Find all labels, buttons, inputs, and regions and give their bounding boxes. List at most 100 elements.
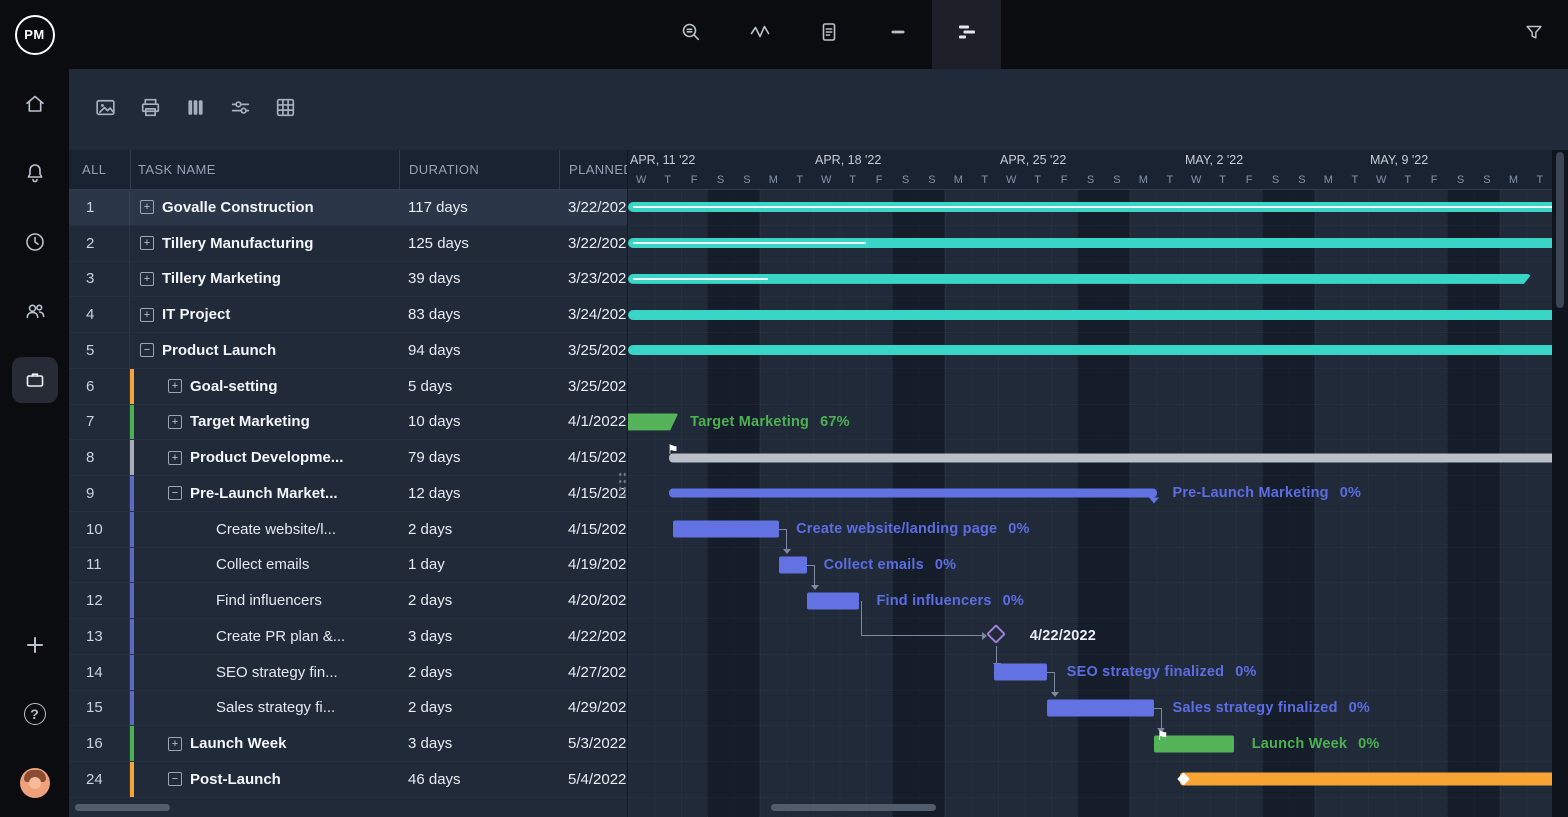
sidebar-item-time[interactable]: [0, 207, 69, 276]
timeline-day: M: [1130, 170, 1156, 190]
tab-baseline[interactable]: [863, 0, 932, 69]
task-duration: 3 days: [399, 619, 559, 654]
task-row[interactable]: 15Sales strategy fi...2 days4/29/2022: [69, 691, 627, 727]
all-filter-dropdown[interactable]: ALL: [69, 150, 130, 189]
gantt-bar[interactable]: [628, 345, 1552, 355]
table-hscrollbar-thumb[interactable]: [75, 804, 170, 811]
gantt-toolbar: [69, 69, 1568, 150]
task-row[interactable]: 7+Target Marketing10 days4/1/2022: [69, 405, 627, 441]
expand-toggle[interactable]: +: [140, 308, 154, 322]
tab-zoom-to-task[interactable]: [656, 0, 725, 69]
gantt-hscrollbar-thumb[interactable]: [771, 804, 936, 811]
expand-toggle[interactable]: +: [140, 272, 154, 286]
task-duration: 1 day: [399, 548, 559, 583]
task-duration: 2 days: [399, 583, 559, 618]
filter-button[interactable]: [1523, 21, 1545, 48]
expand-toggle[interactable]: +: [168, 737, 182, 751]
task-row[interactable]: 9−Pre-Launch Market...12 days4/15/2022: [69, 476, 627, 512]
gantt-bar[interactable]: [1180, 773, 1552, 786]
pane-resize-handle[interactable]: [618, 471, 627, 499]
sidebar-item-help[interactable]: ?: [0, 679, 69, 748]
expand-toggle[interactable]: +: [140, 236, 154, 250]
vertical-scrollbar-thumb[interactable]: [1556, 152, 1564, 308]
sidebar-item-projects[interactable]: [0, 345, 69, 414]
sidebar-item-add[interactable]: [0, 610, 69, 679]
task-row[interactable]: 4+IT Project83 days3/24/2022: [69, 297, 627, 333]
task-row[interactable]: 13Create PR plan &...3 days4/22/2022: [69, 619, 627, 655]
task-duration: 5 days: [399, 369, 559, 404]
gantt-milestone[interactable]: [986, 624, 1006, 644]
sidebar-item-team[interactable]: [0, 276, 69, 345]
task-planned-start: 3/22/2022: [559, 226, 627, 261]
gantt-bar[interactable]: [627, 413, 678, 430]
task-planned-start: 3/24/2022: [559, 297, 627, 332]
gantt-bar-label: Create website/landing page0%: [796, 521, 1030, 537]
task-row[interactable]: 2+Tillery Manufacturing125 days3/22/2022: [69, 226, 627, 262]
row-number: 13: [69, 619, 130, 654]
gantt-bar[interactable]: [628, 238, 1552, 248]
expand-toggle[interactable]: +: [140, 200, 154, 214]
gantt-bar[interactable]: [628, 202, 1552, 212]
settings-button[interactable]: [228, 95, 253, 125]
view-tabs: [656, 0, 1001, 69]
bell-icon: [12, 150, 58, 196]
gantt-bar[interactable]: [1047, 699, 1153, 716]
tab-activity[interactable]: [725, 0, 794, 69]
expand-toggle[interactable]: −: [168, 486, 182, 500]
gantt-bar[interactable]: [628, 274, 1532, 284]
expand-toggle[interactable]: −: [168, 772, 182, 786]
task-row[interactable]: 16+Launch Week3 days5/3/2022: [69, 726, 627, 762]
columns-button[interactable]: [183, 95, 208, 125]
timeline-day: S: [919, 170, 945, 190]
sidebar-item-notifications[interactable]: [0, 138, 69, 207]
export-image-button[interactable]: [93, 95, 118, 125]
grid-view-button[interactable]: [273, 95, 298, 125]
task-row[interactable]: 5−Product Launch94 days3/25/2022: [69, 333, 627, 369]
timeline-day: M: [1315, 170, 1341, 190]
sidebar-item-home[interactable]: [0, 69, 69, 138]
gantt-bar[interactable]: [669, 489, 1157, 498]
gantt-row: ⚑: [628, 440, 1552, 476]
gantt-bar[interactable]: [807, 592, 859, 609]
gantt-bar[interactable]: [779, 556, 807, 573]
tab-gantt[interactable]: [932, 0, 1001, 69]
home-icon: [12, 81, 58, 127]
column-header-task-name[interactable]: TASK NAME: [130, 150, 399, 189]
expand-toggle[interactable]: +: [168, 379, 182, 393]
column-header-duration[interactable]: DURATION: [399, 150, 559, 189]
task-row[interactable]: 10Create website/l...2 days4/15/2022: [69, 512, 627, 548]
task-row[interactable]: 3+Tillery Marketing39 days3/23/2022: [69, 262, 627, 298]
row-number: 14: [69, 655, 130, 690]
row-number: 3: [69, 262, 130, 297]
expand-toggle[interactable]: +: [168, 451, 182, 465]
print-button[interactable]: [138, 95, 163, 125]
briefcase-icon: [12, 357, 58, 403]
summary-end-arrow: [1149, 498, 1159, 504]
gantt-bar[interactable]: [628, 310, 1552, 320]
task-rows: 1+Govalle Construction117 days3/22/20222…: [69, 190, 627, 798]
task-row[interactable]: 11Collect emails1 day4/19/2022: [69, 548, 627, 584]
app-logo[interactable]: PM: [0, 0, 69, 69]
expand-toggle[interactable]: −: [140, 343, 154, 357]
task-name: Target Marketing: [190, 413, 310, 430]
timeline-day: W: [1368, 170, 1394, 190]
tab-notes[interactable]: [794, 0, 863, 69]
vertical-scrollbar[interactable]: [1552, 150, 1568, 817]
gantt-bar[interactable]: [669, 453, 1552, 462]
task-row[interactable]: 1+Govalle Construction117 days3/22/2022: [69, 190, 627, 226]
task-row[interactable]: 8+Product Developme...79 days4/15/2022: [69, 440, 627, 476]
image-icon: [93, 95, 118, 125]
expand-toggle[interactable]: +: [168, 415, 182, 429]
gantt-bar-label: SEO strategy finalized0%: [1067, 664, 1257, 680]
column-header-planned-start[interactable]: PLANNED START: [559, 150, 627, 189]
task-row[interactable]: 14SEO strategy fin...2 days4/27/2022: [69, 655, 627, 691]
gantt-bar[interactable]: [994, 664, 1047, 681]
task-row[interactable]: 24−Post-Launch46 days5/4/2022: [69, 762, 627, 798]
projectmanager-app: PM: [0, 0, 1568, 817]
task-row[interactable]: 6+Goal-setting5 days3/25/2022: [69, 369, 627, 405]
task-duration: 2 days: [399, 655, 559, 690]
sidebar-item-profile[interactable]: [0, 748, 69, 817]
task-row[interactable]: 12Find influencers2 days4/20/2022: [69, 583, 627, 619]
gantt-body: Target Marketing67%⚑Pre-Launch Marketing…: [628, 190, 1552, 817]
gantt-bar[interactable]: [673, 521, 779, 538]
